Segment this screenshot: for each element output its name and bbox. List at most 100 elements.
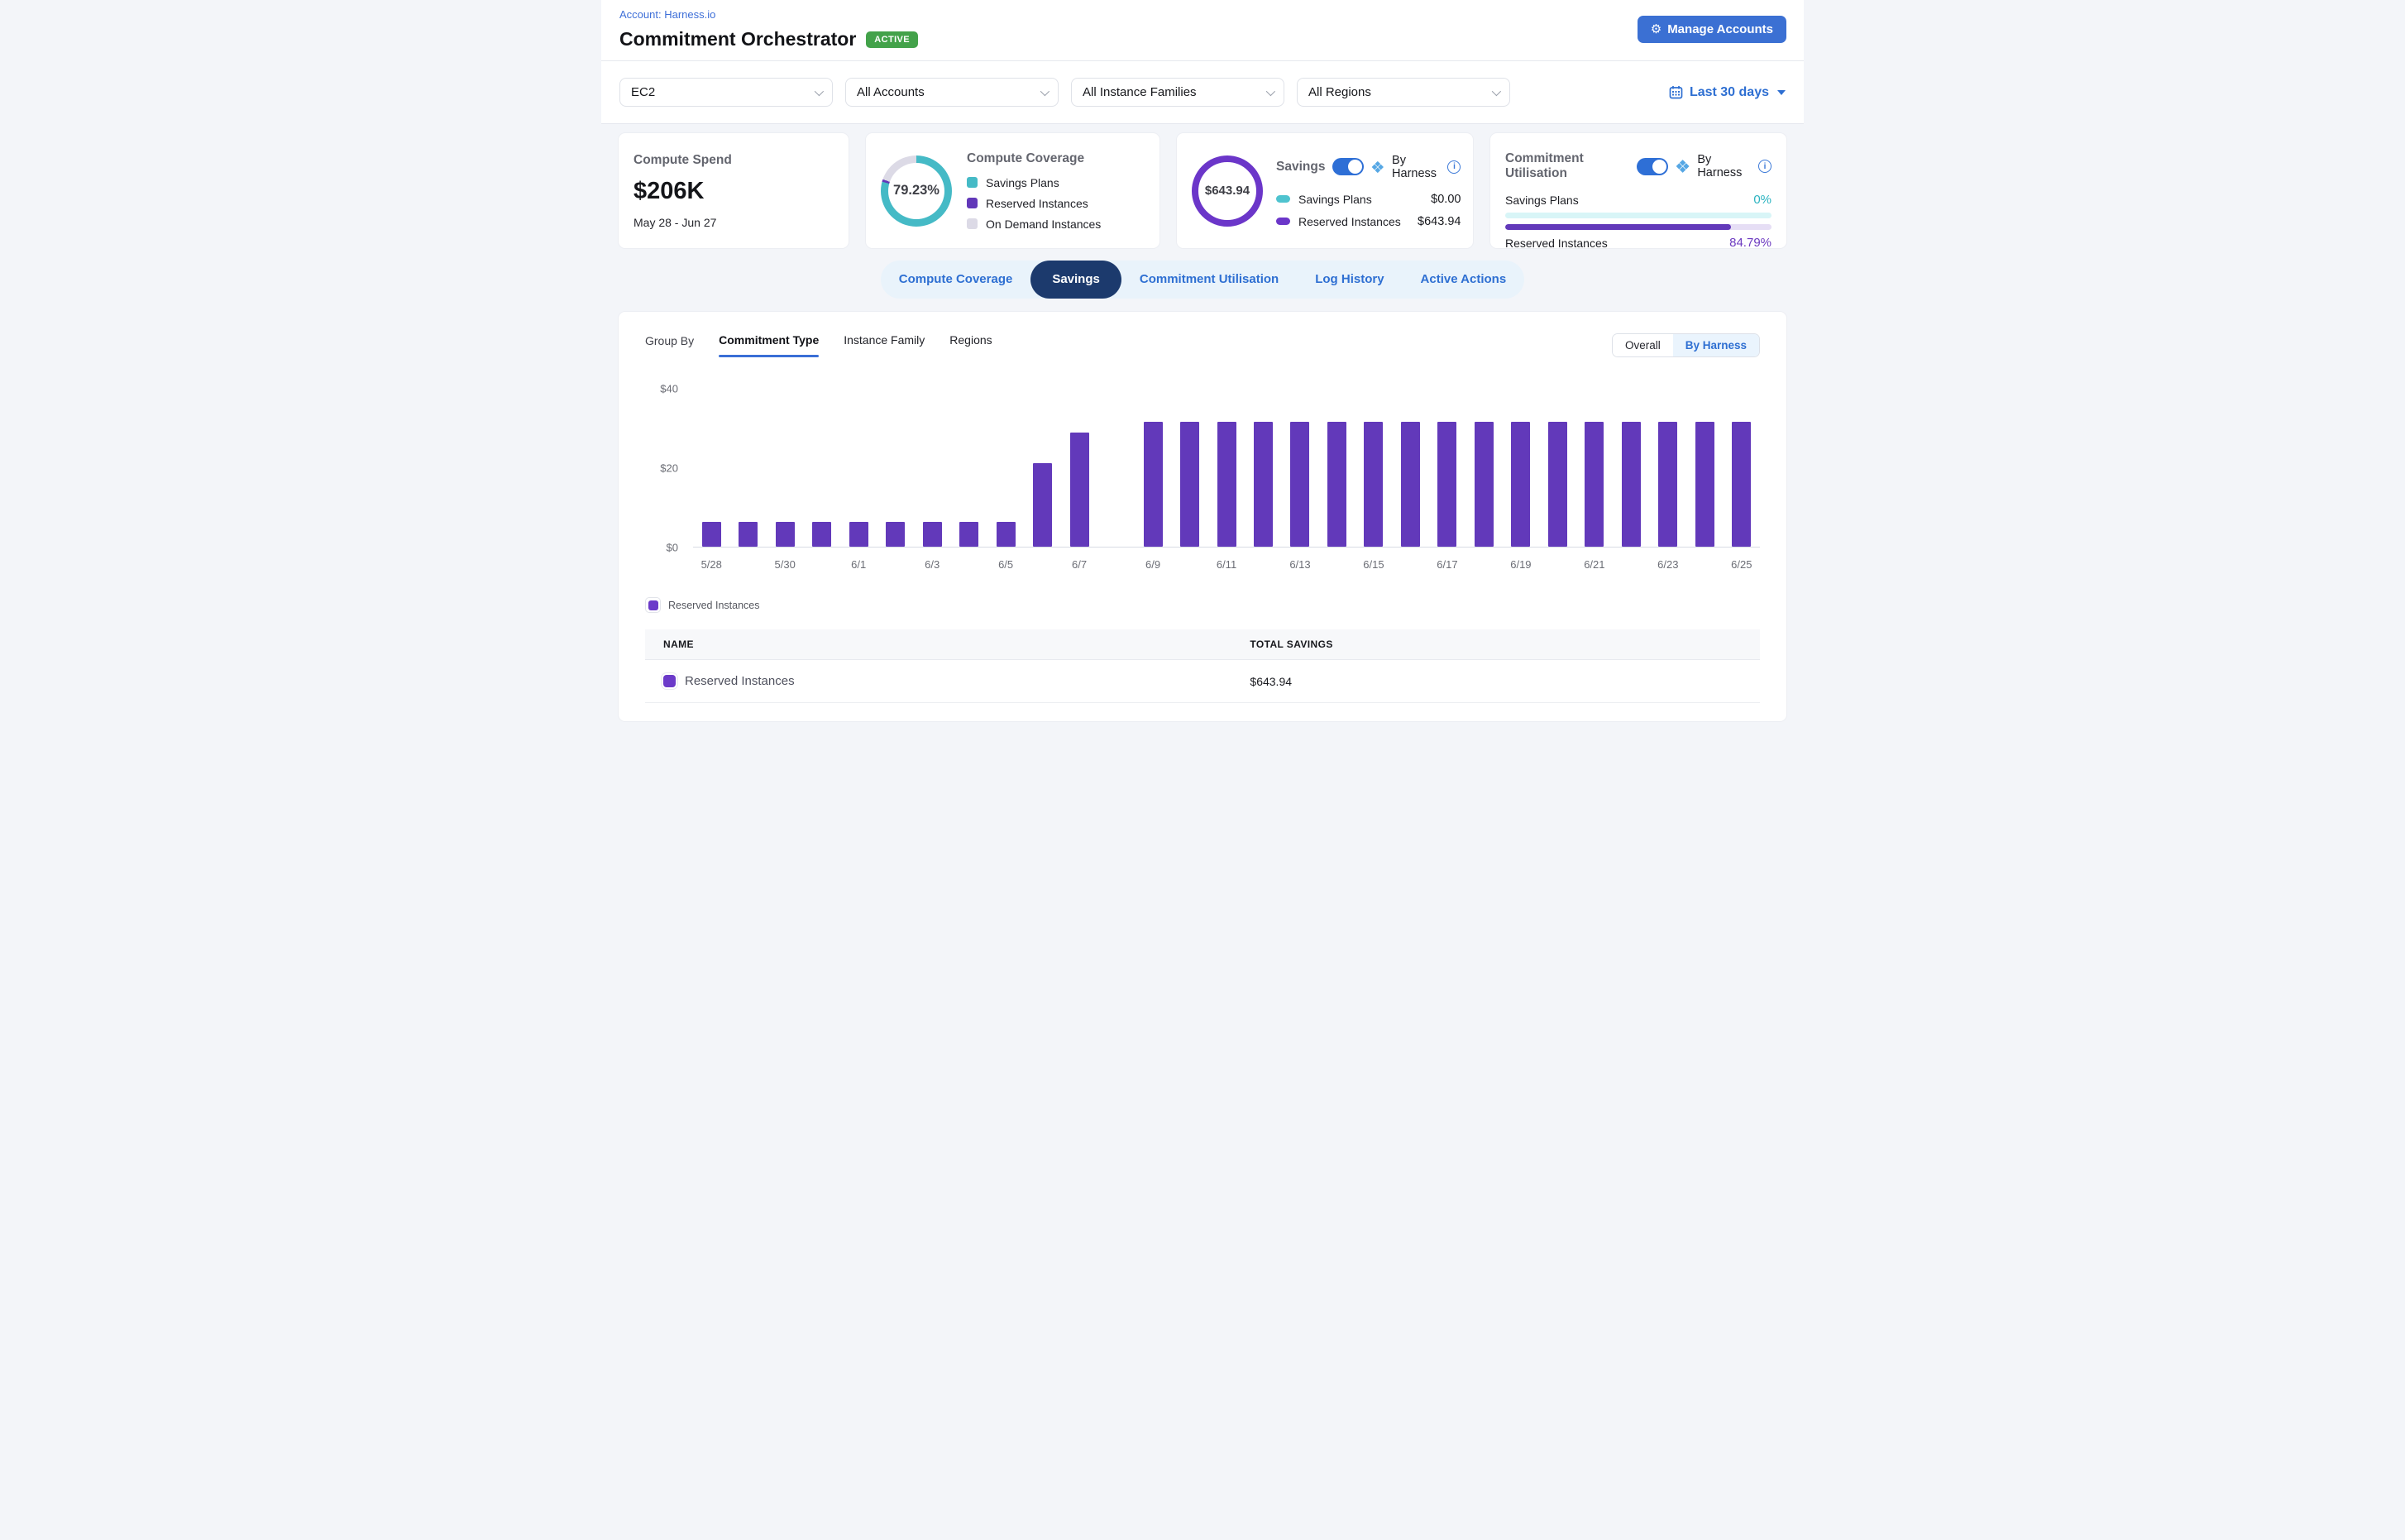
bar-slot-6/6[interactable] [1024,389,1060,547]
group-tab-regions[interactable]: Regions [949,333,992,357]
bar-6/7[interactable] [1070,433,1089,547]
bar-slot-6/13[interactable] [1282,389,1318,547]
bar-slot-6/9[interactable] [1135,389,1171,547]
bar-5/31[interactable] [812,522,831,547]
bar-slot-6/16[interactable] [1392,389,1428,547]
bar-slot-6/23[interactable] [1650,389,1686,547]
bar-slot-6/10[interactable] [1171,389,1207,547]
bar-slot-6/4[interactable] [950,389,987,547]
utilisation-reserved-instances-label: Reserved Instances [1505,237,1608,250]
date-range-value: Last 30 days [1690,85,1769,100]
bar-6/11[interactable] [1217,422,1236,547]
group-tab-commitment-type[interactable]: Commitment Type [719,333,819,357]
savings-by-harness-toggle[interactable] [1332,158,1364,175]
legend-item-reserved-instances: Reserved Instances [967,197,1101,210]
instance-families-select[interactable]: All Instance Families [1071,78,1284,107]
bar-slot-6/8[interactable] [1097,389,1134,547]
bar-6/12[interactable] [1254,422,1273,547]
view-toggle-by-harness[interactable]: By Harness [1673,334,1759,356]
x-tick-label [1613,558,1649,571]
manage-accounts-label: Manage Accounts [1667,22,1773,36]
bar-6/21[interactable] [1585,422,1604,547]
x-tick-label: 5/30 [767,558,803,571]
bar-slot-6/7[interactable] [1061,389,1097,547]
commitment-utilisation-title: Commitment Utilisation [1505,151,1629,181]
legend-checkbox[interactable] [645,597,661,613]
bar-6/2[interactable] [886,522,905,547]
x-tick-label [1392,558,1428,571]
table-row[interactable]: Reserved Instances $643.94 [645,660,1760,703]
x-tick-label [803,558,839,571]
bar-5/28[interactable] [702,522,721,547]
manage-accounts-button[interactable]: ⚙ Manage Accounts [1638,16,1786,43]
info-icon[interactable]: i [1447,160,1461,174]
status-badge: ACTIVE [866,31,918,48]
view-toggle-overall[interactable]: Overall [1613,334,1673,356]
bar-6/10[interactable] [1180,422,1199,547]
bar-slot-6/12[interactable] [1245,389,1281,547]
bar-6/17[interactable] [1437,422,1456,547]
bar-slot-6/2[interactable] [877,389,913,547]
bar-6/9[interactable] [1144,422,1163,547]
bar-slot-6/24[interactable] [1686,389,1723,547]
service-select[interactable]: EC2 [619,78,833,107]
tab-active-actions[interactable]: Active Actions [1403,261,1525,299]
bar-slot-6/21[interactable] [1576,389,1613,547]
info-icon[interactable]: i [1758,160,1771,173]
bar-6/13[interactable] [1290,422,1309,547]
utilisation-by-harness-toggle[interactable] [1637,158,1668,175]
bar-slot-5/29[interactable] [729,389,766,547]
bar-6/24[interactable] [1695,422,1714,547]
bar-6/23[interactable] [1658,422,1677,547]
reserved-instances-swatch [967,198,978,208]
bar-6/18[interactable] [1475,422,1494,547]
bar-slot-6/25[interactable] [1724,389,1760,547]
date-range-picker[interactable]: Last 30 days [1669,85,1786,100]
account-breadcrumb[interactable]: Account: Harness.io [619,8,1786,21]
savings-plans-marker [1276,195,1290,203]
tab-log-history[interactable]: Log History [1297,261,1402,299]
main-tabs: Compute Coverage Savings Commitment Util… [881,261,1524,299]
bar-6/6[interactable] [1033,463,1052,547]
bar-slot-6/1[interactable] [840,389,877,547]
bar-slot-6/18[interactable] [1465,389,1502,547]
regions-select[interactable]: All Regions [1297,78,1510,107]
instance-families-select-value: All Instance Families [1083,85,1197,99]
bar-6/22[interactable] [1622,422,1641,547]
bar-6/25[interactable] [1732,422,1751,547]
bar-slot-6/20[interactable] [1539,389,1575,547]
bar-slot-6/14[interactable] [1318,389,1355,547]
chart-legend[interactable]: Reserved Instances [645,597,1760,613]
bar-6/14[interactable] [1327,422,1346,547]
x-tick-label: 6/25 [1724,558,1760,571]
bar-6/5[interactable] [997,522,1016,547]
bar-6/1[interactable] [849,522,868,547]
bar-6/4[interactable] [959,522,978,547]
tab-commitment-utilisation[interactable]: Commitment Utilisation [1121,261,1297,299]
accounts-select[interactable]: All Accounts [845,78,1059,107]
bar-slot-6/15[interactable] [1356,389,1392,547]
bar-slot-5/30[interactable] [767,389,803,547]
bar-slot-6/19[interactable] [1503,389,1539,547]
bar-slot-5/31[interactable] [803,389,839,547]
x-tick-label [877,558,913,571]
bar-slot-6/22[interactable] [1613,389,1649,547]
bar-6/16[interactable] [1401,422,1420,547]
bar-slot-6/17[interactable] [1429,389,1465,547]
bar-5/30[interactable] [776,522,795,547]
bar-slot-6/5[interactable] [987,389,1024,547]
bar-6/20[interactable] [1548,422,1567,547]
row-label: Reserved Instances [1298,215,1401,228]
utilisation-reserved-instances-value: 84.79% [1729,236,1771,250]
tab-savings[interactable]: Savings [1030,261,1121,299]
bar-5/29[interactable] [739,522,758,547]
tab-compute-coverage[interactable]: Compute Coverage [881,261,1031,299]
bar-6/19[interactable] [1511,422,1530,547]
chevron-down-icon [1040,86,1049,95]
bar-slot-6/3[interactable] [914,389,950,547]
bar-6/15[interactable] [1364,422,1383,547]
bar-slot-6/11[interactable] [1208,389,1245,547]
bar-slot-5/28[interactable] [693,389,729,547]
group-tab-instance-family[interactable]: Instance Family [844,333,925,357]
bar-6/3[interactable] [923,522,942,547]
